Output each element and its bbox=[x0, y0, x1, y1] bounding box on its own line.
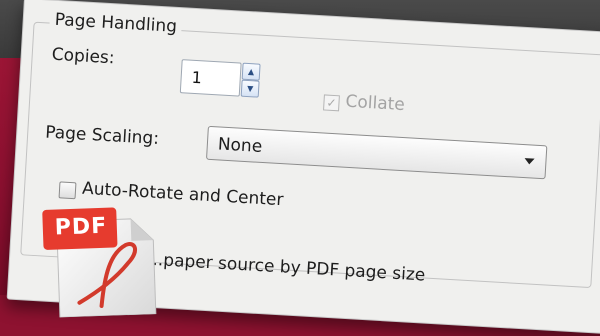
auto-rotate-checkbox[interactable] bbox=[58, 181, 77, 200]
copies-input[interactable] bbox=[179, 59, 242, 97]
copies-label: Copies: bbox=[51, 44, 116, 69]
spin-up-icon[interactable]: ▲ bbox=[241, 62, 261, 81]
copies-stepper[interactable]: ▲ ▼ bbox=[240, 62, 261, 98]
page-scaling-value: None bbox=[217, 134, 263, 157]
pdf-file-icon: PDF bbox=[38, 204, 162, 318]
chevron-down-icon bbox=[524, 158, 535, 165]
collate-checkbox[interactable]: ✓ bbox=[323, 94, 340, 112]
spin-down-icon[interactable]: ▼ bbox=[240, 79, 260, 98]
checkmark-icon: ✓ bbox=[326, 95, 337, 111]
pdf-badge-label: PDF bbox=[54, 213, 108, 241]
collate-label: Collate bbox=[344, 91, 406, 116]
